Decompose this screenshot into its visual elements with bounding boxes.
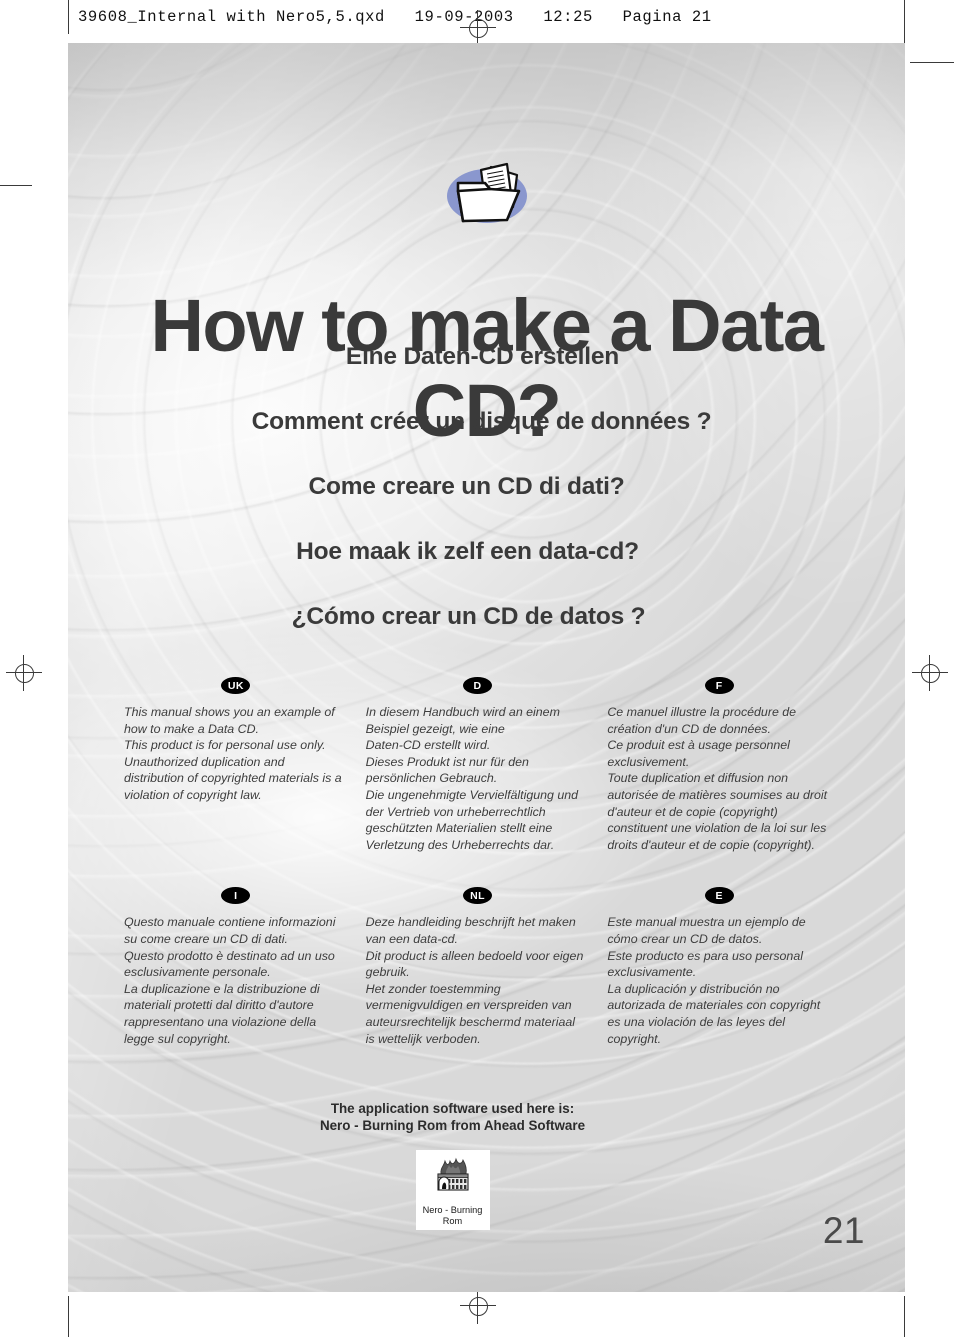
language-badge-fr: F [704,677,734,694]
subtitle-list: Eine Daten-CD erstellen Comment créer un… [68,343,905,668]
nero-burning-rom-tile: Nero - Burning Rom [415,1150,490,1230]
language-text-es: Este manual muestra un ejemplo de cómo c… [607,915,821,1046]
subtitle-nl: Hoe maak ik zelf een data-cd? [296,538,639,565]
registration-mark-left [6,655,42,691]
nero-burning-rom-icon [431,1156,475,1203]
language-block-nl: NL Deze handleiding beschrijft het maken… [366,887,608,1047]
language-block-it: I Questo manuale contiene informazioni s… [124,887,366,1047]
nero-tile-caption: Nero - Burning Rom [422,1205,483,1226]
document-page: How to make a Data CD? Eine Daten-CD ers… [68,43,905,1292]
language-text-de: In diesem Handbuch wird an einem Beispie… [365,705,579,852]
page-number: 21 [822,1210,865,1251]
subtitle-de: Eine Daten-CD erstellen [345,343,620,370]
registration-mark-top [460,10,496,46]
language-block-de: D In diesem Handbuch wird an einem Beisp… [366,677,608,853]
subtitle-it: Come creare un CD di dati? [308,473,625,500]
crop-mark-top-left-vertical [68,0,69,34]
crop-mark-bottom-right-vertical [904,1296,905,1337]
language-badge-uk: UK [221,677,251,694]
registration-mark-right [912,655,948,691]
subtitle-fr: Comment créer un disque de données ? [251,408,712,435]
language-badge-es: E [704,887,734,905]
language-block-es: E Este manual muestra un ejemplo de cómo… [607,887,849,1047]
language-badge-nl: NL [463,887,492,905]
crop-mark-top-left-horizontal [0,185,32,186]
language-text-fr: Ce manuel illustre la procédure de créat… [607,705,828,852]
language-text-nl: Deze handleiding beschrijft het maken va… [365,915,584,1046]
language-badge-de: D [463,677,492,694]
language-block-fr: F Ce manuel illustre la procédure de cré… [607,677,849,853]
documents-folder-icon [441,161,533,227]
prepress-header-line: 39608_Internal with Nero5,5.qxd 19-09-20… [78,8,712,26]
subtitle-es: ¿Cómo crear un CD de datos ? [291,603,646,630]
application-software-note: The application software used here is: N… [319,1101,586,1133]
registration-mark-bottom [460,1288,496,1324]
crop-mark-top-right-horizontal [910,62,954,63]
crop-mark-bottom-left-vertical [68,1296,69,1337]
language-text-it: Questo manuale contiene informazioni su … [124,915,336,1046]
language-text-uk: This manual shows you an example of how … [124,705,342,802]
language-block-uk: UK This manual shows you an example of h… [124,677,366,853]
language-notice-grid: UK This manual shows you an example of h… [124,677,849,1047]
language-badge-it: I [221,887,251,905]
